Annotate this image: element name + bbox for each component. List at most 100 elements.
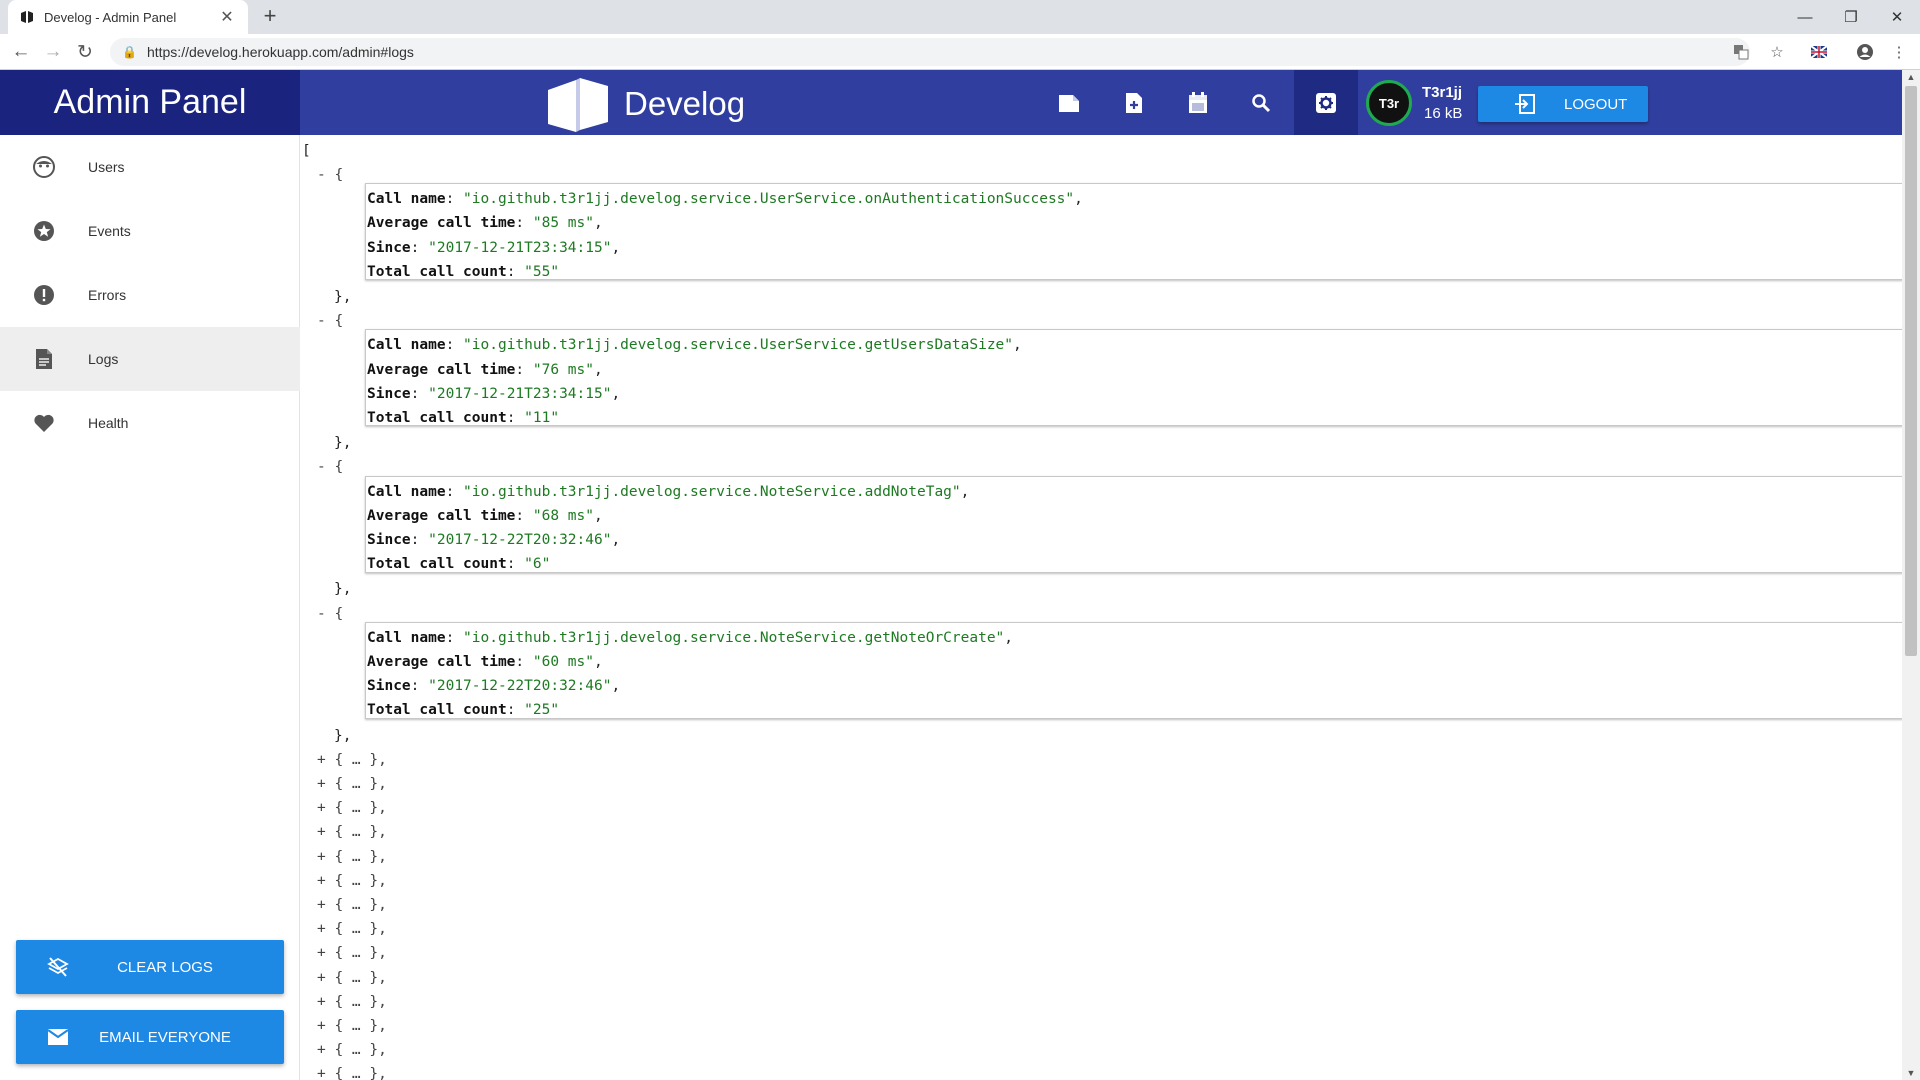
- collapsed-entry[interactable]: + { … },: [317, 966, 387, 990]
- clear-logs-button[interactable]: CLEAR LOGS: [16, 940, 284, 994]
- entry-close-brace: },: [334, 581, 352, 598]
- bookmark-star-icon[interactable]: ☆: [1766, 42, 1788, 62]
- field-separator: :: [515, 654, 533, 670]
- collapsed-entry[interactable]: + { … },: [317, 820, 387, 844]
- field-comma: ,: [1004, 629, 1014, 646]
- translate-icon[interactable]: [1730, 42, 1752, 62]
- sidebar-item-health[interactable]: Health: [0, 391, 300, 455]
- collapsed-entry[interactable]: + { … },: [317, 941, 387, 965]
- sidebar-item-errors[interactable]: Errors: [0, 263, 300, 327]
- field-separator: :: [506, 702, 525, 719]
- field-key: Call name: [367, 629, 446, 646]
- admin-settings-icon[interactable]: [1309, 86, 1343, 120]
- logout-icon: [1515, 94, 1535, 114]
- log-entry-field: Call name: "io.github.t3r1jj.develog.ser…: [367, 333, 1022, 357]
- field-comma: ,: [593, 654, 603, 670]
- field-value: "11": [524, 410, 560, 426]
- field-separator: :: [445, 629, 464, 646]
- field-separator: :: [445, 483, 464, 500]
- calendar-icon[interactable]: [1181, 86, 1215, 120]
- sidebar-item-label: Events: [88, 223, 131, 239]
- entry-expand-toggle[interactable]: - {: [317, 309, 343, 333]
- field-key: Average call time: [367, 215, 516, 232]
- collapsed-entry[interactable]: + { … },: [317, 772, 387, 796]
- collapsed-entry[interactable]: + { … },: [317, 869, 387, 893]
- field-value: "25": [524, 702, 560, 719]
- field-separator: :: [506, 263, 525, 280]
- collapsed-entry[interactable]: + { … },: [317, 1062, 387, 1080]
- back-icon[interactable]: ←: [8, 40, 34, 64]
- entry-expand-toggle[interactable]: - {: [317, 163, 343, 187]
- notes-icon[interactable]: [1052, 86, 1086, 120]
- collapsed-entry[interactable]: + { … },: [317, 917, 387, 941]
- tab-close-icon[interactable]: ✕: [218, 7, 236, 27]
- field-comma: ,: [611, 678, 621, 695]
- logout-button[interactable]: LOGOUT: [1478, 86, 1648, 122]
- browser-tab-bar: Develog - Admin Panel ✕ + — ❐ ✕: [0, 0, 1920, 34]
- sidebar-item-label: Errors: [88, 287, 127, 303]
- clear-logs-label: CLEAR LOGS: [117, 958, 213, 976]
- field-separator: :: [515, 507, 533, 524]
- avatar[interactable]: T3r: [1366, 80, 1412, 126]
- log-entry-field: Call name: "io.github.t3r1jj.develog.ser…: [367, 187, 1083, 211]
- entry-close-brace: },: [334, 727, 352, 744]
- new-tab-icon[interactable]: +: [258, 5, 282, 29]
- menu-dots-icon[interactable]: ⋮: [1888, 42, 1910, 62]
- entry-expand-toggle[interactable]: - {: [317, 602, 343, 626]
- lock-icon[interactable]: 🔒: [122, 45, 137, 59]
- reload-icon[interactable]: ↻: [72, 40, 98, 64]
- log-entry-field: Since: "2017-12-22T20:32:46",: [367, 674, 620, 698]
- email-everyone-button[interactable]: EMAIL EVERYONE: [16, 1010, 284, 1064]
- restore-icon[interactable]: ❐: [1828, 0, 1874, 34]
- forward-icon[interactable]: →: [40, 40, 66, 64]
- collapsed-entry[interactable]: + { … },: [317, 1014, 387, 1038]
- scroll-up-arrow-icon[interactable]: ▲: [1902, 70, 1920, 84]
- field-value: "2017-12-22T20:32:46": [428, 678, 612, 695]
- scrollbar[interactable]: ▲ ▼: [1902, 70, 1920, 1080]
- profile-icon[interactable]: [1854, 42, 1876, 62]
- new-note-icon[interactable]: [1117, 86, 1151, 120]
- collapsed-entry[interactable]: + { … },: [317, 796, 387, 820]
- field-key: Call name: [367, 191, 446, 208]
- brand[interactable]: Develog: [544, 76, 745, 132]
- field-separator: :: [410, 532, 429, 548]
- minimize-icon[interactable]: —: [1782, 0, 1828, 34]
- brand-name: Develog: [624, 85, 746, 122]
- entry-expand-toggle[interactable]: - {: [317, 455, 343, 479]
- log-entry-field: Total call count: "25": [367, 698, 559, 722]
- logout-label: LOGOUT: [1564, 95, 1628, 113]
- collapsed-entry[interactable]: + { … },: [317, 1038, 387, 1062]
- field-comma: ,: [1013, 337, 1022, 354]
- log-entry-field: Average call time: "85 ms",: [367, 211, 603, 235]
- log-entry-field: Since: "2017-12-21T23:34:15",: [367, 236, 620, 260]
- scroll-down-arrow-icon[interactable]: ▼: [1902, 1066, 1920, 1080]
- collapsed-entry[interactable]: + { … },: [317, 990, 387, 1014]
- logs-json-view: [ - {Call name: "io.github.t3r1jj.develo…: [302, 135, 1902, 1080]
- field-separator: :: [410, 678, 429, 695]
- user-name: T3r1jj: [1422, 84, 1463, 101]
- search-icon[interactable]: [1244, 86, 1278, 120]
- window-close-icon[interactable]: ✕: [1874, 0, 1920, 34]
- scroll-thumb[interactable]: [1905, 86, 1917, 656]
- field-value: "2017-12-21T23:34:15": [428, 385, 612, 402]
- field-value: "6": [524, 556, 551, 573]
- sidebar-item-users[interactable]: Users: [0, 135, 300, 199]
- develog-logo-icon: [548, 78, 608, 132]
- field-comma: ,: [593, 215, 603, 232]
- log-entry-field: Total call count: "6": [367, 552, 550, 576]
- field-separator: :: [515, 215, 533, 232]
- field-value: "85 ms": [532, 215, 594, 232]
- field-key: Since: [367, 532, 411, 548]
- collapsed-entry[interactable]: + { … },: [317, 893, 387, 917]
- sidebar-item-events[interactable]: Events: [0, 199, 300, 263]
- address-bar[interactable]: 🔒 https://develog.herokuapp.com/admin#lo…: [110, 38, 1750, 66]
- log-entry-field: Call name: "io.github.t3r1jj.develog.ser…: [367, 626, 1013, 650]
- sidebar: Users Events Errors Logs Health CLEAR LO…: [0, 135, 300, 1080]
- browser-tab[interactable]: Develog - Admin Panel ✕: [8, 0, 248, 34]
- develog-favicon-icon: [20, 10, 34, 24]
- collapsed-entry[interactable]: + { … },: [317, 748, 387, 772]
- field-key: Call name: [367, 337, 446, 354]
- sidebar-item-logs[interactable]: Logs: [0, 327, 300, 391]
- flag-extension-icon[interactable]: [1808, 42, 1830, 62]
- collapsed-entry[interactable]: + { … },: [317, 845, 387, 869]
